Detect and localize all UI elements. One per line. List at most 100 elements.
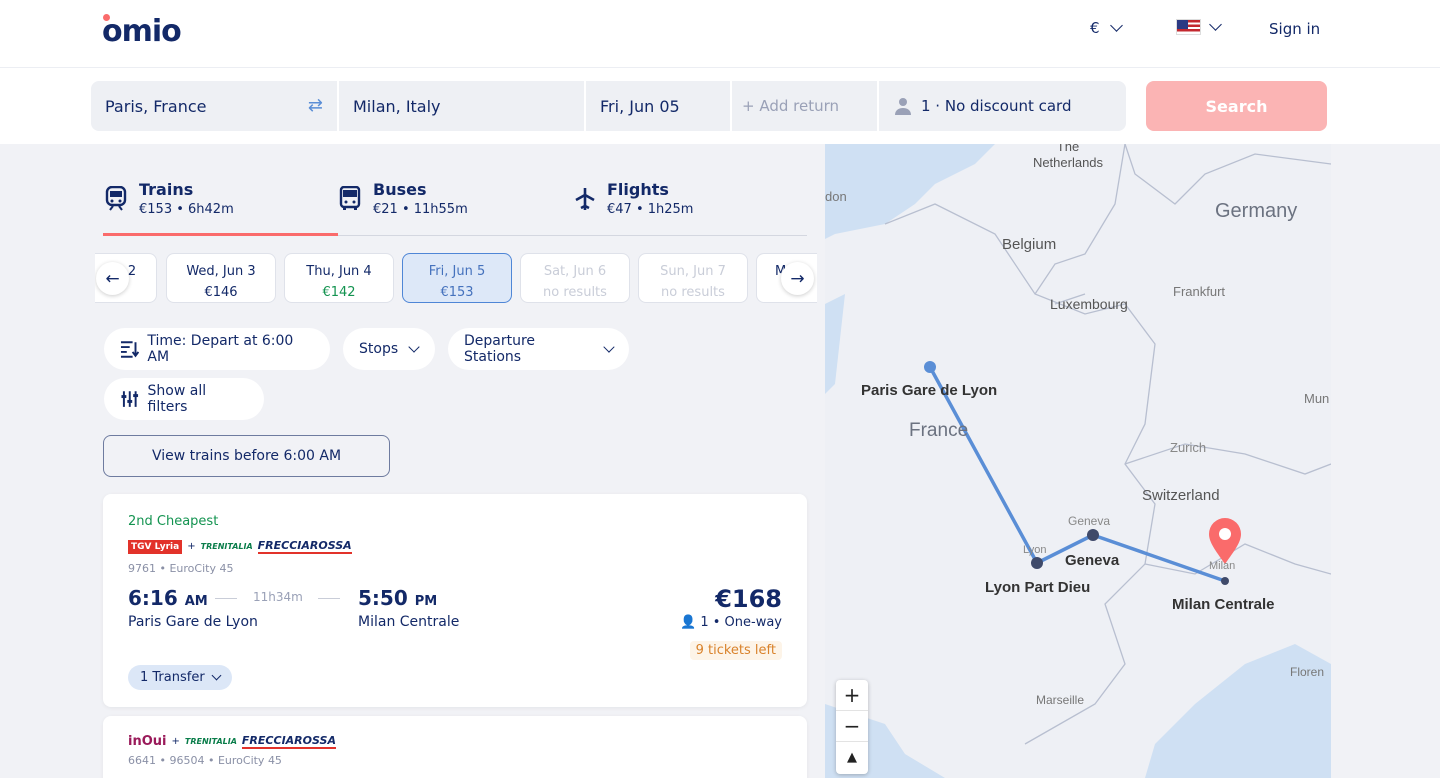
from-field[interactable]: Paris, France ⇄ — [91, 81, 337, 131]
map-label-belgium: Belgium — [1002, 236, 1057, 253]
map-label-france: France — [909, 420, 969, 441]
carrier-logos: inOui + TRENITALIA FRECCIAROSSA — [128, 734, 336, 749]
carrier-logos: TGV Lyria + TRENITALIA FRECCIAROSSA — [128, 539, 352, 554]
logo-text: omio — [102, 14, 182, 49]
map-label-lyon-small: Lyon — [1023, 544, 1047, 556]
logo-dot — [103, 14, 110, 21]
sort-icon — [120, 341, 140, 358]
tgv-lyria-logo: TGV Lyria — [128, 539, 183, 554]
search-bar: Paris, France ⇄ Milan, Italy Fri, Jun 05… — [0, 68, 1440, 144]
price: €168 — [715, 585, 782, 613]
departure-stations-filter[interactable]: Departure Stations — [448, 328, 629, 370]
tab-sub: €47 • 1h25m — [607, 202, 694, 217]
train-number: 6641 • 96504 • EuroCity 45 — [128, 754, 282, 767]
map-label-luxembourg: Luxembourg — [1050, 296, 1128, 312]
chevron-down-icon — [211, 670, 222, 680]
return-placeholder: + Add return — [742, 97, 840, 115]
frecciarossa-logo: FRECCIAROSSA — [241, 734, 336, 749]
map-label-geneva-small: Geneva — [1068, 514, 1111, 528]
trenitalia-logo: TRENITALIA — [184, 737, 237, 746]
date-card[interactable]: Wed, Jun 3 €146 — [166, 253, 276, 303]
divider — [318, 598, 340, 599]
passengers-field[interactable]: 1 · No discount card — [879, 81, 1126, 131]
top-header: omio € Sign in — [0, 0, 1440, 68]
chevron-down-icon — [603, 340, 615, 353]
tab-trains[interactable]: Trains €153 • 6h42m — [103, 180, 338, 236]
trenitalia-logo: TRENITALIA — [200, 542, 253, 551]
tab-flights[interactable]: Flights €47 • 1h25m — [573, 180, 808, 236]
map-label-zurich: Zurich — [1170, 440, 1207, 455]
results-pane: Trains €153 • 6h42m Buses €21 • 11h55m Fli… — [0, 144, 825, 778]
map-label-milan-small: Milan — [1209, 560, 1236, 572]
train-icon — [105, 185, 131, 233]
return-field[interactable]: + Add return — [732, 81, 877, 131]
map-label-paris: Paris Gare de Lyon — [861, 382, 998, 399]
person-icon: 👤 — [680, 615, 697, 630]
date-card-selected[interactable]: Fri, Jun 5 €153 — [402, 253, 512, 303]
passengers-value: 1 · No discount card — [921, 97, 1072, 115]
arrow-right-icon[interactable]: → — [781, 262, 814, 295]
search-button[interactable]: Search — [1146, 81, 1327, 131]
departure-time: 6:16 AM — [128, 586, 208, 610]
date-value: Fri, Jun 05 — [600, 96, 680, 116]
map-zoom-controls: + − ▲ — [836, 680, 868, 774]
currency-label: € — [1090, 19, 1100, 37]
time-filter-label: Time: Depart at 6:00 AM — [147, 333, 294, 365]
tab-sub: €21 • 11h55m — [373, 202, 468, 217]
currency-selector[interactable]: € — [1090, 19, 1123, 37]
map-label-frankfurt: Frankfurt — [1173, 284, 1226, 299]
date-field[interactable]: Fri, Jun 05 — [586, 81, 730, 131]
from-value: Paris, France — [105, 96, 207, 116]
stops-filter-label: Stops — [359, 341, 399, 357]
map-label-geneva: Geneva — [1065, 552, 1120, 569]
zoom-in-button[interactable]: + — [836, 680, 868, 711]
chevron-down-icon — [408, 340, 420, 353]
result-card[interactable]: inOui + TRENITALIA FRECCIAROSSA 6641 • 9… — [103, 716, 807, 778]
zoom-out-button[interactable]: − — [836, 711, 868, 742]
date-card[interactable]: Sat, Jun 6 no results — [520, 253, 630, 303]
result-card[interactable]: 2nd Cheapest TGV Lyria + TRENITALIA FREC… — [103, 494, 807, 707]
cheapest-badge: 2nd Cheapest — [128, 514, 219, 529]
person-icon — [895, 98, 911, 115]
chevron-down-icon — [1109, 19, 1123, 32]
duration: 11h34m — [253, 590, 303, 604]
plus-sign: + — [171, 736, 180, 747]
departure-station: Paris Gare de Lyon — [128, 614, 258, 630]
transfer-label: 1 Transfer — [140, 670, 205, 685]
train-number: 9761 • EuroCity 45 — [128, 562, 234, 575]
to-field[interactable]: Milan, Italy — [339, 81, 584, 131]
stops-filter[interactable]: Stops — [343, 328, 435, 370]
date-card[interactable]: Sun, Jun 7 no results — [638, 253, 748, 303]
map-label-switzerland: Switzerland — [1142, 487, 1220, 504]
omio-logo[interactable]: omio — [102, 14, 182, 49]
map-label-milan: Milan Centrale — [1172, 596, 1275, 613]
tab-label: Buses — [373, 180, 427, 199]
time-filter[interactable]: Time: Depart at 6:00 AM — [104, 328, 330, 370]
map-label-marseille: Marseille — [1036, 693, 1085, 707]
tab-label: Trains — [139, 180, 194, 199]
sliders-icon — [121, 391, 139, 407]
map-label-germany: Germany — [1215, 200, 1298, 222]
us-flag-icon — [1176, 19, 1201, 35]
inoui-logo: inOui — [128, 734, 167, 749]
swap-icon[interactable]: ⇄ — [308, 95, 323, 116]
transfer-toggle[interactable]: 1 Transfer — [128, 665, 232, 690]
frecciarossa-logo: FRECCIAROSSA — [257, 539, 352, 554]
map-label-netherlands: The Netherlands — [1032, 144, 1104, 170]
to-value: Milan, Italy — [353, 96, 441, 116]
bus-icon — [339, 185, 365, 236]
arrival-time: 5:50 PM — [358, 586, 438, 610]
tab-buses[interactable]: Buses €21 • 11h55m — [339, 180, 574, 236]
divider — [215, 598, 237, 599]
all-filters-label: Show all filters — [147, 383, 207, 415]
date-card[interactable]: Thu, Jun 4 €142 — [284, 253, 394, 303]
compass-icon[interactable]: ▲ — [836, 742, 868, 773]
map-canvas — [825, 144, 1331, 778]
sign-in-link[interactable]: Sign in — [1269, 20, 1320, 38]
plane-icon — [573, 186, 599, 236]
language-selector[interactable] — [1176, 18, 1222, 35]
route-map[interactable]: The Netherlands Germany Belgium Luxembou… — [825, 144, 1331, 778]
all-filters-button[interactable]: Show all filters — [104, 378, 264, 420]
view-earlier-button[interactable]: View trains before 6:00 AM — [103, 435, 390, 477]
arrow-left-icon[interactable]: ← — [96, 262, 129, 295]
